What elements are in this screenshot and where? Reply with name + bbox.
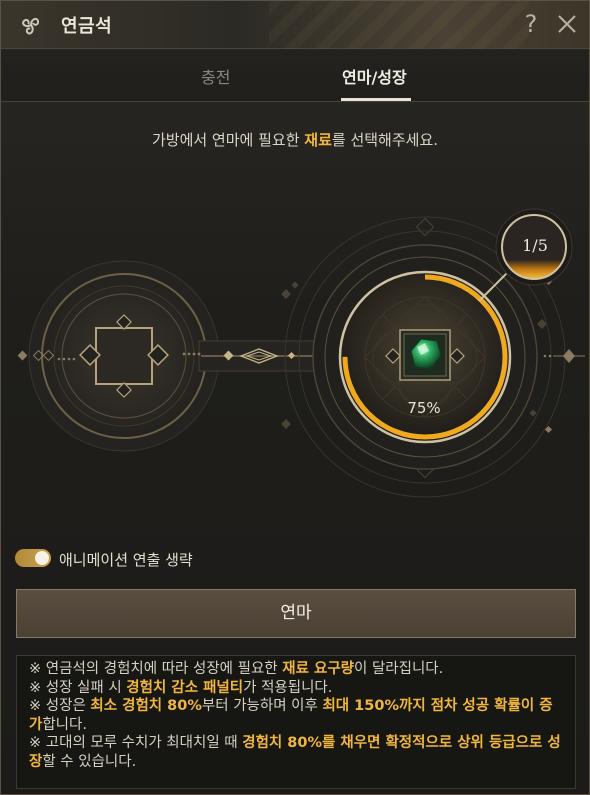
tab-bar: 충전 연마/성장 — [1, 50, 589, 102]
enhance-diagram — [17, 208, 585, 498]
stage-badge — [478, 208, 573, 302]
title-bar-decoration — [269, 1, 529, 49]
tab-charge[interactable]: 충전 — [201, 64, 230, 88]
toggle-knob — [35, 551, 49, 565]
polish-button[interactable]: 연마 — [16, 589, 576, 638]
note-text: ※ 성장 실패 시 — [29, 679, 127, 696]
close-icon[interactable] — [553, 10, 581, 38]
note-line: ※ 성장은 최소 경험치 80%부터 가능하며 이후 최대 150%까지 점차 … — [29, 697, 563, 734]
note-text: 합니다. — [42, 716, 87, 733]
help-button[interactable]: ? — [519, 9, 543, 39]
note-text: ※ 연금석의 경험치에 따라 성장에 필요한 — [29, 661, 283, 677]
active-tab-indicator — [341, 98, 411, 101]
instruction-highlight: 재료 — [304, 131, 332, 149]
material-slot-area — [17, 260, 220, 452]
title-bar: 연금석 ? — [1, 1, 589, 49]
animation-skip-toggle[interactable] — [15, 549, 51, 567]
notes-panel: ※ 연금석의 경험치에 따라 성장에 필요한 재료 요구량이 달라집니다. ※ … — [16, 655, 576, 789]
note-line: ※ 고대의 모루 수치가 최대치일 때 경험치 80%를 채우면 확정적으로 상… — [29, 734, 563, 771]
instruction-part1: 가방에서 연마에 필요한 — [151, 131, 305, 149]
animation-skip-label: 애니메이션 연출 생략 — [59, 551, 193, 569]
stage-count: 1/5 — [522, 236, 548, 255]
note-highlight: 최소 경험치 80% — [90, 698, 202, 714]
note-highlight: 경험치 감소 패널티 — [126, 679, 244, 696]
triskelion-icon — [22, 17, 40, 35]
note-text: 이 달라집니다. — [354, 661, 444, 677]
enhance-stage — [1, 171, 590, 551]
alchemy-stone-window: 연금석 ? 충전 연마/성장 가방에서 연마에 필요한 재료를 선택해주세요. — [0, 0, 590, 795]
note-text: ※ 성장은 — [29, 698, 91, 714]
note-text: 가 적용됩니다. — [243, 679, 333, 696]
note-line: ※ 성장 실패 시 경험치 감소 패널티가 적용됩니다. — [29, 679, 563, 698]
note-highlight: 재료 요구량 — [282, 661, 354, 677]
empty-slot-icon — [95, 327, 153, 385]
tab-polish-growth[interactable]: 연마/성장 — [342, 64, 407, 88]
note-text: 할 수 있습니다. — [42, 753, 137, 770]
note-text: ※ 고대의 모루 수치가 최대치일 때 — [29, 735, 243, 751]
instruction-part2: 를 선택해주세요. — [331, 131, 439, 149]
progress-percent: 75% — [407, 399, 441, 417]
note-text: 부터 가능하며 이후 — [201, 698, 323, 714]
window-title: 연금석 — [61, 16, 113, 37]
note-line: ※ 연금석의 경험치에 따라 성장에 필요한 재료 요구량이 달라집니다. — [29, 660, 563, 679]
instruction-text: 가방에서 연마에 필요한 재료를 선택해주세요. — [1, 129, 589, 150]
